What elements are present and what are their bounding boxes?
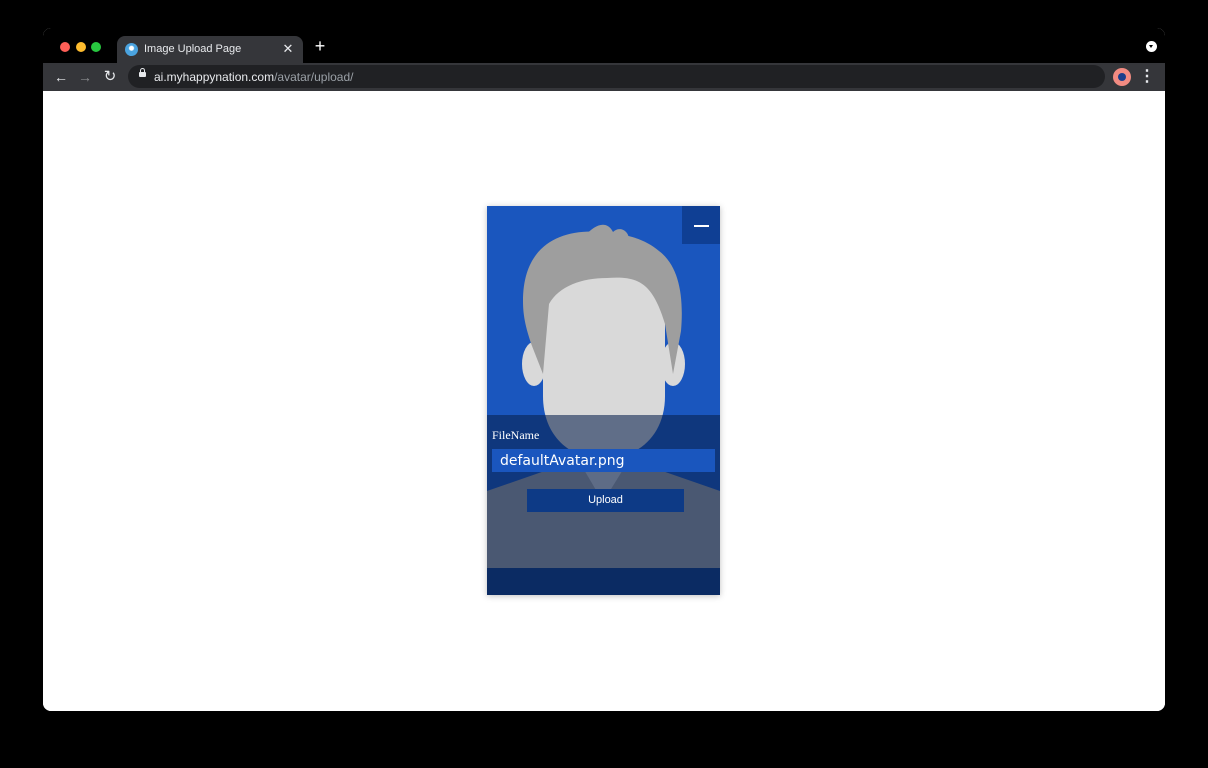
tab-strip: Image Upload Page ✕ + bbox=[43, 28, 1165, 63]
upload-button[interactable]: Upload bbox=[527, 489, 684, 512]
lock-icon bbox=[139, 68, 146, 77]
close-window-button[interactable] bbox=[60, 42, 70, 52]
url-text: ai.myhappynation.com/avatar/upload/ bbox=[154, 70, 353, 84]
minus-icon[interactable] bbox=[682, 206, 720, 244]
tab-close-icon[interactable]: ✕ bbox=[279, 40, 297, 58]
filename-input[interactable] bbox=[492, 449, 715, 472]
address-bar[interactable]: ai.myhappynation.com/avatar/upload/ ☆ bbox=[128, 65, 1105, 88]
forward-arrow-icon[interactable]: → bbox=[75, 67, 95, 87]
page-content: FileName Upload bbox=[43, 91, 1165, 711]
browser-window: Image Upload Page ✕ + ← → ↻ ai.myhappyna… bbox=[43, 28, 1165, 711]
tab-search-icon[interactable] bbox=[1146, 41, 1157, 52]
browser-toolbar: ← → ↻ ai.myhappynation.com/avatar/upload… bbox=[43, 63, 1165, 91]
maximize-window-button[interactable] bbox=[91, 42, 101, 52]
card-footer bbox=[487, 568, 720, 595]
avatar-upload-card: FileName Upload bbox=[487, 206, 720, 595]
filename-label: FileName bbox=[492, 428, 540, 442]
url-host: ai.myhappynation.com bbox=[154, 70, 275, 84]
globe-favicon-icon bbox=[125, 43, 138, 56]
tab-title: Image Upload Page bbox=[144, 43, 242, 55]
more-menu-icon[interactable]: ⋮ bbox=[1139, 67, 1155, 87]
new-tab-icon[interactable]: + bbox=[311, 37, 329, 55]
minimize-window-button[interactable] bbox=[76, 42, 86, 52]
back-arrow-icon[interactable]: ← bbox=[51, 67, 71, 87]
reload-icon[interactable]: ↻ bbox=[100, 67, 120, 87]
tab-image-upload[interactable]: Image Upload Page ✕ bbox=[117, 36, 303, 63]
url-path: /avatar/upload/ bbox=[274, 70, 354, 84]
profile-avatar-icon[interactable] bbox=[1113, 68, 1131, 86]
